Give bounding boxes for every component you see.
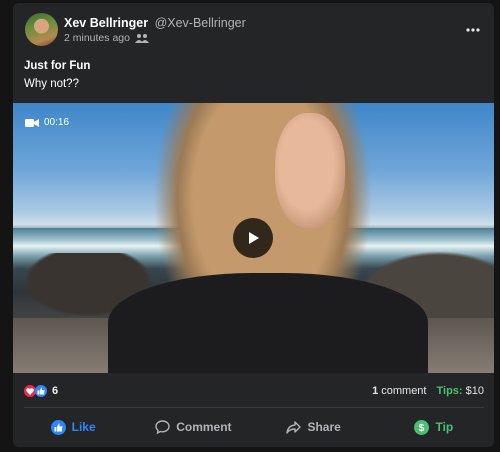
comment-count-label: comment (381, 385, 427, 397)
share-icon (286, 420, 302, 434)
share-button[interactable]: Share (254, 420, 374, 434)
video-frame-person-body (108, 273, 428, 373)
post-stats: 6 1 comment Tips: $10 (24, 383, 484, 399)
post-meta: 2 minutes ago (64, 32, 149, 44)
post-timestamp[interactable]: 2 minutes ago (64, 32, 130, 44)
video-duration: 00:16 (44, 117, 70, 128)
like-button[interactable]: Like (13, 419, 133, 435)
tips-label: Tips: (436, 385, 463, 397)
video-duration-badge: 00:16 (25, 117, 69, 128)
comment-button[interactable]: Comment (133, 420, 253, 434)
share-label: Share (307, 420, 341, 434)
thumbs-up-icon (50, 419, 66, 435)
author-name[interactable]: Xev Bellringer (64, 16, 148, 30)
video-player[interactable]: 00:16 (13, 103, 494, 373)
avatar[interactable] (25, 13, 58, 46)
comment-label: Comment (176, 420, 232, 434)
comment-count-link[interactable]: 1 comment (372, 385, 426, 397)
post-title: Just for Fun (24, 60, 91, 72)
video-frame-person-face (275, 113, 345, 228)
more-options-icon[interactable] (466, 23, 480, 32)
like-reaction-icon (35, 385, 47, 397)
tips-value: $10 (465, 385, 484, 397)
play-icon (249, 232, 259, 244)
video-camera-icon (25, 118, 39, 127)
dollar-coin-icon: $ (414, 419, 430, 435)
tip-label: Tip (435, 420, 454, 434)
divider (24, 407, 484, 408)
stats-right: 1 comment Tips: $10 (372, 385, 484, 397)
post-body: Why not?? (24, 78, 79, 90)
tips-summary: Tips: $10 (437, 385, 485, 397)
comment-icon (155, 420, 170, 434)
group-icon (134, 34, 149, 43)
play-button[interactable] (233, 218, 273, 258)
reactions-summary[interactable]: 6 (24, 385, 58, 397)
tip-button[interactable]: $ Tip (374, 419, 494, 435)
author-handle[interactable]: @Xev-Bellringer (155, 16, 246, 30)
svg-text:$: $ (419, 423, 425, 434)
post-card: Xev Bellringer @Xev-Bellringer 2 minutes… (13, 3, 494, 447)
post-actions: Like Comment Share $ Tip (13, 411, 494, 443)
author-line: Xev Bellringer @Xev-Bellringer (64, 16, 246, 30)
like-label: Like (71, 420, 96, 434)
reaction-count: 6 (52, 385, 59, 397)
comment-count: 1 (372, 385, 379, 397)
